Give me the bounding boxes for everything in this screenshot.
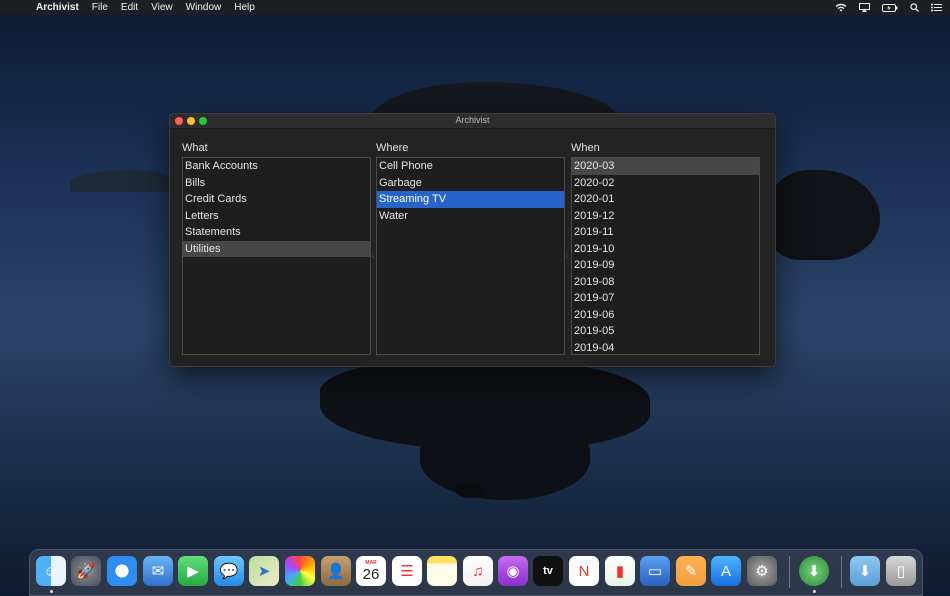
what-column: What Bank Accounts Bills Credit Cards Lette…: [182, 141, 371, 355]
where-list[interactable]: Cell Phone Garbage Streaming TV Water: [376, 157, 565, 355]
when-list-item[interactable]: 2020-03: [572, 158, 759, 175]
menu-file[interactable]: File: [92, 2, 108, 13]
when-column: When 2020-03 2020-02 2020-01 2019-12 2019-11…: [571, 141, 760, 355]
news-icon[interactable]: N: [569, 556, 599, 586]
window-title: Archivist: [455, 115, 490, 125]
what-list-item[interactable]: Bills: [183, 175, 370, 192]
where-column: Where Cell Phone Garbage Streaming TV Water: [376, 141, 565, 355]
when-header: When: [571, 142, 600, 154]
where-list-item[interactable]: Streaming TV: [377, 191, 564, 208]
when-list-item[interactable]: 2019-04: [572, 340, 759, 355]
notes-icon[interactable]: [427, 556, 457, 586]
when-list-item[interactable]: 2019-11: [572, 224, 759, 241]
menu-bar: Archivist File Edit View Window Help: [0, 0, 950, 15]
app-store-icon[interactable]: A: [711, 556, 741, 586]
photos-icon[interactable]: [285, 556, 315, 586]
wifi-icon[interactable]: [835, 3, 847, 12]
what-header: What: [182, 142, 208, 154]
launchpad-icon[interactable]: 🚀: [71, 556, 101, 586]
what-list-item[interactable]: Credit Cards: [183, 191, 370, 208]
archivist-icon[interactable]: ⬇: [799, 556, 829, 586]
downloads-folder-icon[interactable]: ⬇: [850, 556, 880, 586]
menu-help[interactable]: Help: [234, 2, 255, 13]
when-list-item[interactable]: 2019-06: [572, 307, 759, 324]
title-bar[interactable]: Archivist: [170, 114, 775, 129]
when-list-item[interactable]: 2020-02: [572, 175, 759, 192]
where-header: Where: [376, 142, 409, 154]
safari-icon[interactable]: ✦: [107, 556, 137, 586]
archivist-window: Archivist What Bank Accounts Bills Credit …: [169, 113, 776, 367]
mail-icon[interactable]: ✉: [143, 556, 173, 586]
where-list-item[interactable]: Water: [377, 208, 564, 225]
calendar-day-label: 26: [362, 565, 380, 583]
when-list-item[interactable]: 2019-08: [572, 274, 759, 291]
spotlight-search-icon[interactable]: [910, 3, 919, 12]
when-list-item[interactable]: 2019-10: [572, 241, 759, 258]
notification-center-icon[interactable]: [931, 3, 942, 12]
keynote-icon[interactable]: ▭: [640, 556, 670, 586]
finder-icon[interactable]: ☺: [36, 556, 66, 586]
when-list-item[interactable]: 2019-07: [572, 290, 759, 307]
numbers-icon[interactable]: ▮: [605, 556, 635, 586]
what-list[interactable]: Bank Accounts Bills Credit Cards Letters Sta…: [182, 157, 371, 355]
menu-view[interactable]: View: [151, 2, 173, 13]
messages-icon[interactable]: 💬: [214, 556, 244, 586]
where-list-item[interactable]: Cell Phone: [377, 158, 564, 175]
pages-icon[interactable]: ✎: [676, 556, 706, 586]
wallpaper-island-bottom-2: [420, 420, 590, 500]
system-preferences-icon[interactable]: ⚙: [747, 556, 777, 586]
when-list[interactable]: 2020-03 2020-02 2020-01 2019-12 2019-11 2019-…: [571, 157, 760, 355]
what-list-item[interactable]: Statements: [183, 224, 370, 241]
running-indicator: [50, 590, 53, 593]
battery-icon[interactable]: [882, 3, 898, 12]
wallpaper-rock: [455, 482, 485, 498]
dock-separator: [789, 556, 790, 588]
wallpaper-island-right: [770, 170, 880, 260]
dock-separator: [841, 556, 842, 588]
what-list-item[interactable]: Letters: [183, 208, 370, 225]
reminders-icon[interactable]: ☰: [392, 556, 422, 586]
menu-edit[interactable]: Edit: [121, 2, 138, 13]
podcasts-icon[interactable]: ◉: [498, 556, 528, 586]
menu-window[interactable]: Window: [186, 2, 222, 13]
when-list-item[interactable]: 2019-05: [572, 323, 759, 340]
tv-icon[interactable]: tv: [533, 556, 563, 586]
when-list-item[interactable]: 2019-12: [572, 208, 759, 225]
dock: ☺ 🚀 ✦ ✉ ▶ 💬 ➤ 👤 MAR 26 ☰ ♫ ◉ tv N ▮ ▭ ✎ A ⚙ ⬇ ⬇ ▯: [29, 549, 923, 596]
when-list-item[interactable]: 2019-09: [572, 257, 759, 274]
music-icon[interactable]: ♫: [463, 556, 493, 586]
calendar-icon[interactable]: MAR 26: [356, 556, 386, 586]
maps-icon[interactable]: ➤: [249, 556, 279, 586]
contacts-icon[interactable]: 👤: [321, 556, 351, 586]
menu-extras: [835, 0, 942, 15]
what-list-item[interactable]: Bank Accounts: [183, 158, 370, 175]
facetime-icon[interactable]: ▶: [178, 556, 208, 586]
airplay-icon[interactable]: [859, 3, 870, 12]
menu-app-name[interactable]: Archivist: [36, 2, 79, 13]
column-divider-2[interactable]: ⁞: [566, 254, 569, 260]
where-list-item[interactable]: Garbage: [377, 175, 564, 192]
column-divider-1[interactable]: ⁞: [372, 254, 375, 260]
trash-icon[interactable]: ▯: [886, 556, 916, 586]
running-indicator: [813, 590, 816, 593]
wallpaper-island-left: [70, 170, 170, 192]
what-list-item[interactable]: Utilities: [183, 240, 370, 257]
when-list-item[interactable]: 2020-01: [572, 191, 759, 208]
